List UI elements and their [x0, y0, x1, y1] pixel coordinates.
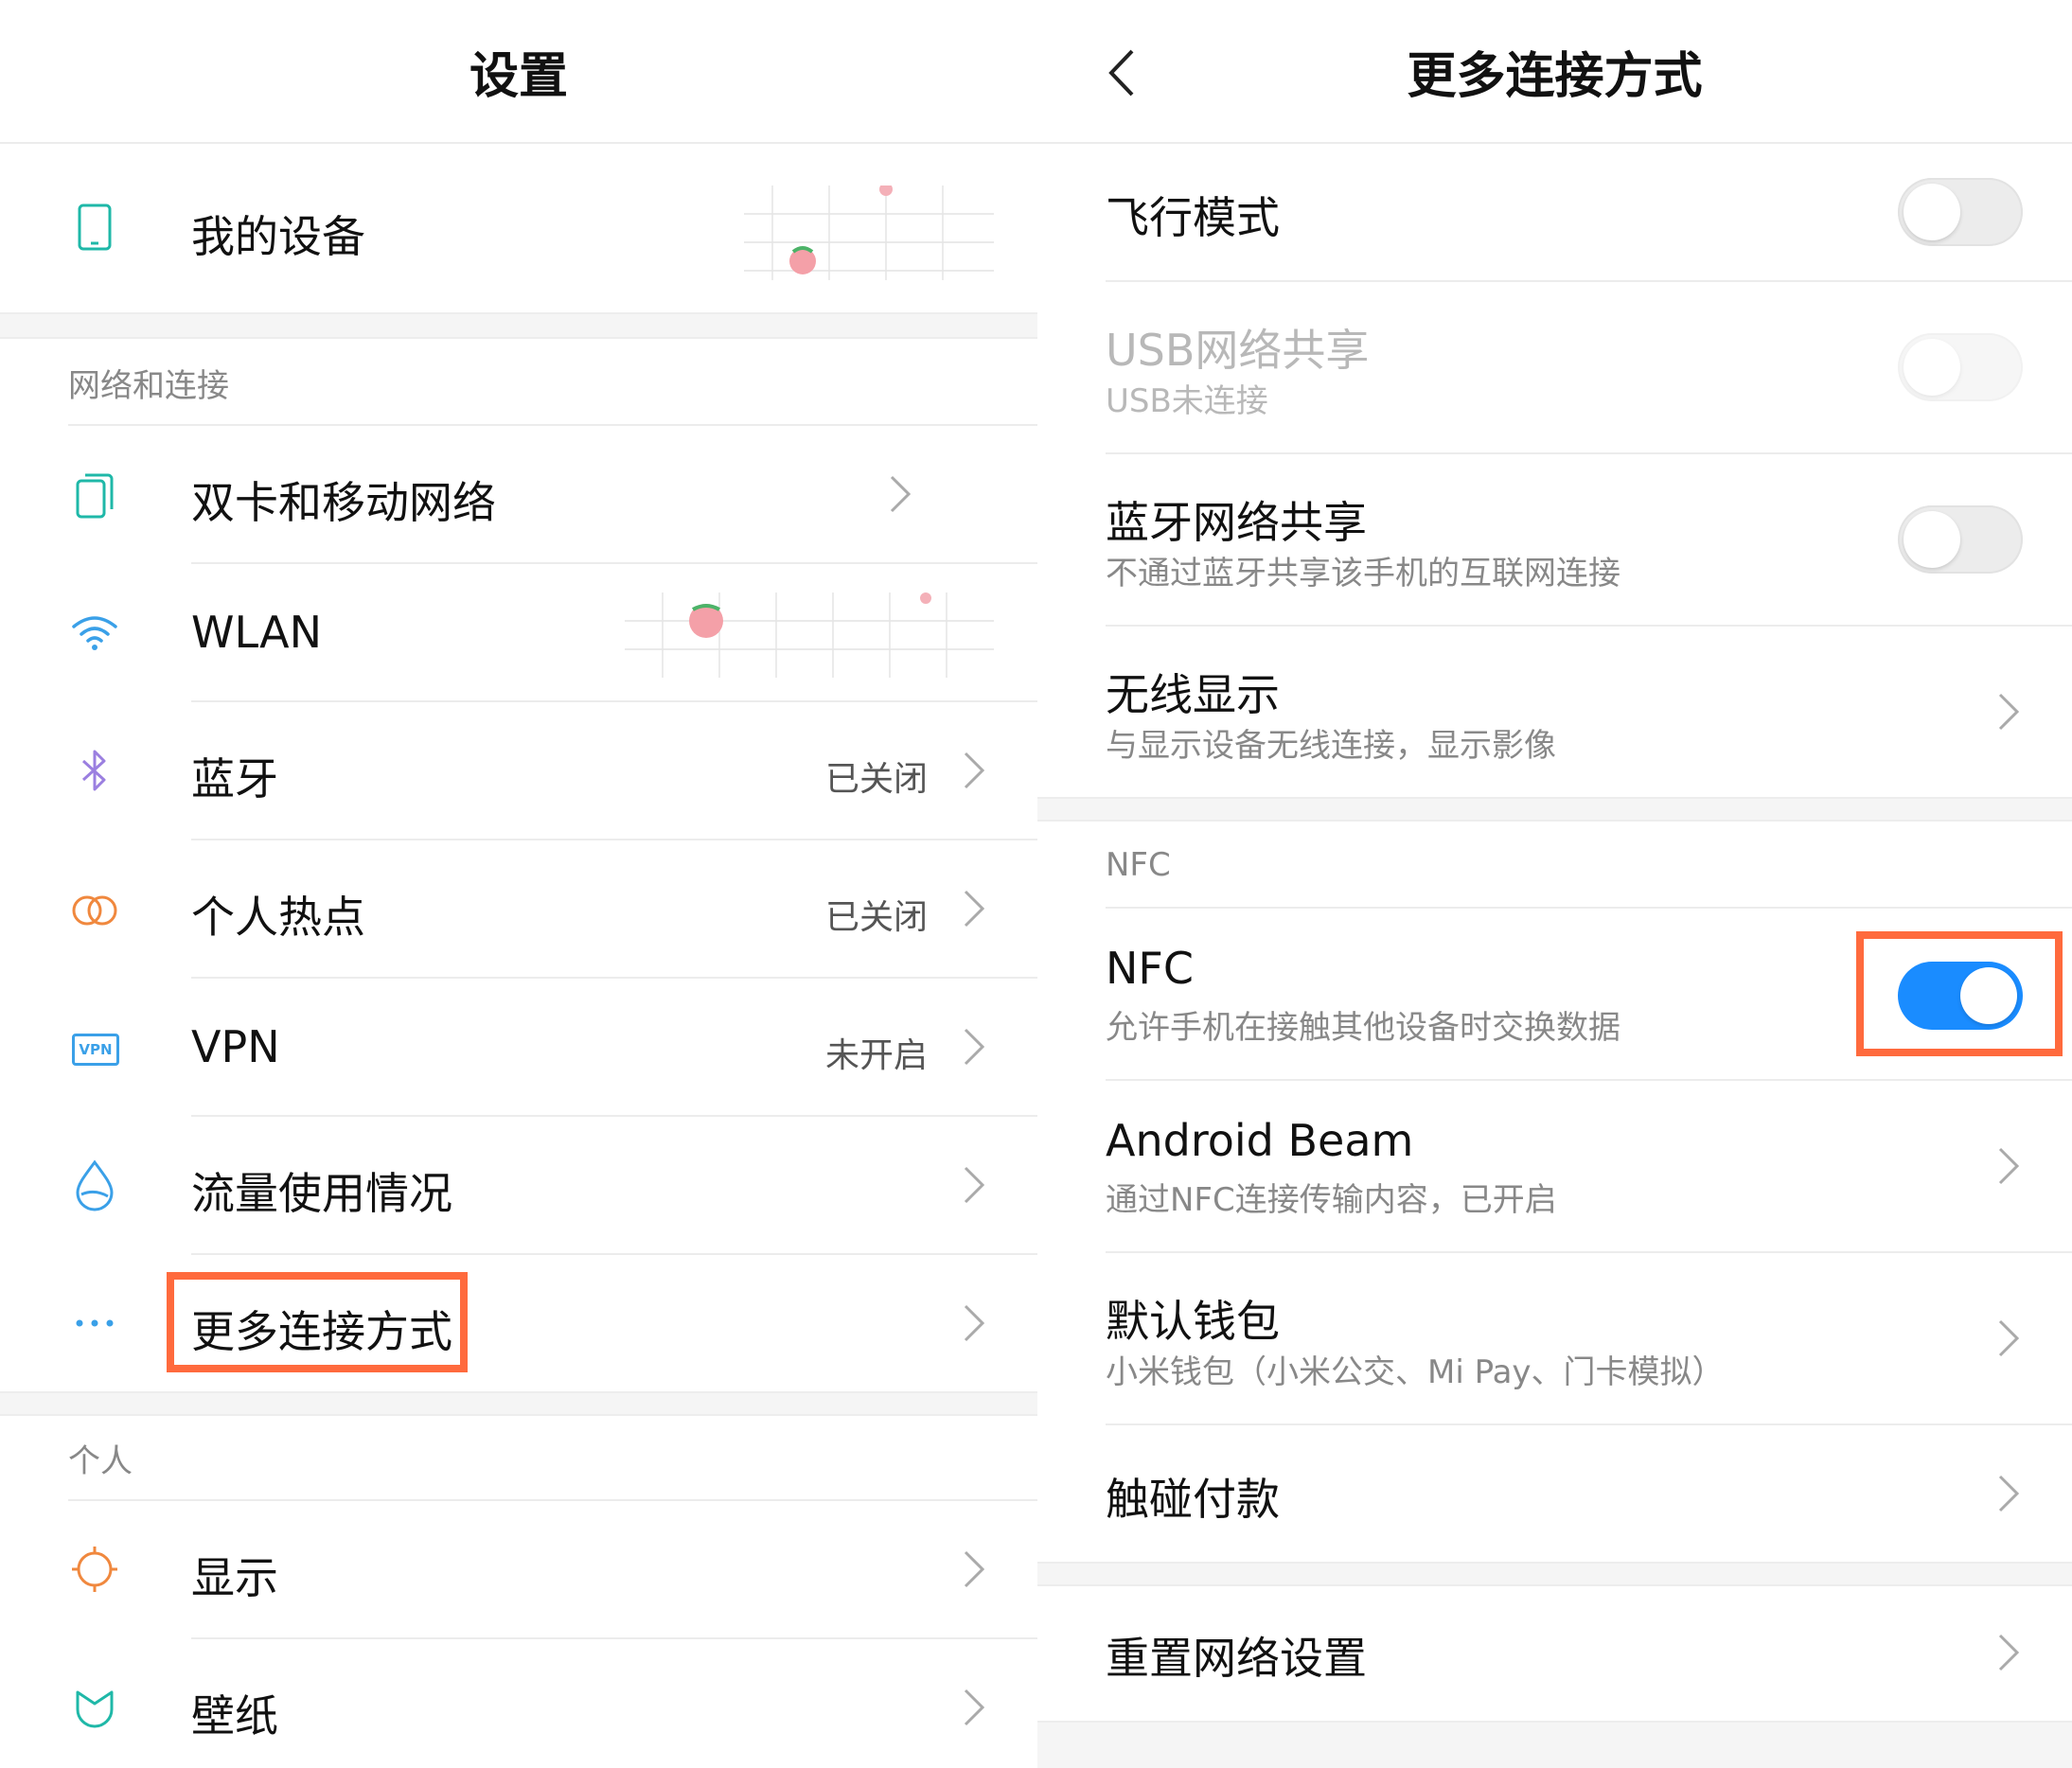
more-dots-icon [76, 1319, 114, 1327]
wlan-label: WLAN [191, 607, 323, 658]
vpn-label: VPN [191, 1021, 280, 1072]
wallpaper-icon [76, 1690, 114, 1728]
dual-sim-row[interactable]: 双卡和移动网络 [0, 426, 1037, 562]
page-title: 设置 [469, 48, 568, 105]
vpn-icon-text: VPN [72, 1034, 119, 1066]
chevron-right-icon [964, 1688, 985, 1726]
usb-tethering-subtitle: USB未连接 [1106, 382, 1268, 420]
wireless-display-row[interactable]: 无线显示 与显示设备无线连接，显示影像 [1037, 627, 2072, 797]
wallpaper-row[interactable]: 壁纸 [0, 1639, 1037, 1768]
section-gap [1037, 797, 2072, 822]
page-title: 更多连接方式 [1407, 48, 1703, 105]
device-decoration [744, 186, 994, 280]
chevron-right-icon [964, 1166, 985, 1204]
hotspot-status: 已关闭 [824, 898, 928, 937]
bluetooth-tethering-toggle[interactable] [1898, 505, 2023, 574]
bottom-gap [1037, 1721, 2072, 1768]
more-connections-panel: 更多连接方式 飞行模式 USB网络共享 USB未连接 蓝牙网络共享 不通过蓝牙共… [1037, 0, 2072, 1768]
section-gap [1037, 1562, 2072, 1586]
highlight-box [1856, 931, 2063, 1056]
nfc-row[interactable]: NFC 允许手机在接触其他设备时交换数据 [1037, 909, 2072, 1079]
reset-network-row[interactable]: 重置网络设置 [1037, 1584, 2072, 1721]
chevron-right-icon [1998, 1319, 2020, 1357]
wifi-icon [72, 616, 117, 650]
bluetooth-tethering-label: 蓝牙网络共享 [1106, 497, 1367, 548]
nfc-label: NFC [1106, 943, 1194, 994]
usb-tethering-row: USB网络共享 USB未连接 [1037, 282, 2072, 452]
bluetooth-tethering-subtitle: 不通过蓝牙共享该手机的互联网连接 [1106, 555, 1620, 592]
my-device-label: 我的设备 [191, 211, 365, 262]
android-beam-subtitle: 通过NFC连接传输内容，已开启 [1106, 1181, 1557, 1219]
section-personal-label: 个人 [68, 1442, 133, 1480]
chevron-right-icon [1998, 1147, 2020, 1185]
usb-tethering-toggle [1898, 333, 2023, 401]
vpn-row[interactable]: VPN VPN 未开启 [0, 979, 1037, 1115]
section-gap [0, 1391, 1037, 1416]
chevron-right-icon [964, 890, 985, 928]
chevron-right-icon [964, 751, 985, 789]
wallpaper-label: 壁纸 [191, 1690, 278, 1741]
airplane-mode-row[interactable]: 飞行模式 [1037, 144, 2072, 280]
display-row[interactable]: 显示 [0, 1501, 1037, 1637]
chevron-right-icon [890, 475, 912, 513]
hotspot-row[interactable]: 个人热点 已关闭 [0, 840, 1037, 977]
display-label: 显示 [191, 1552, 278, 1603]
dual-sim-icon [76, 473, 114, 519]
wlan-row[interactable]: WLAN [0, 564, 1037, 700]
chevron-right-icon [964, 1304, 985, 1342]
toggle-knob [1904, 339, 1960, 396]
android-beam-row[interactable]: Android Beam 通过NFC连接传输内容，已开启 [1037, 1081, 2072, 1251]
vpn-status: 未开启 [824, 1036, 928, 1075]
chevron-right-icon [1998, 1634, 2020, 1671]
highlight-box [167, 1272, 468, 1372]
chevron-right-icon [964, 1550, 985, 1588]
android-beam-label: Android Beam [1106, 1115, 1414, 1166]
wireless-display-label: 无线显示 [1106, 669, 1280, 720]
hotspot-label: 个人热点 [191, 892, 365, 943]
default-wallet-subtitle: 小米钱包（小米公交、Mi Pay、门卡模拟） [1106, 1353, 1725, 1391]
section-network-label: 网络和连接 [68, 367, 229, 405]
chevron-right-icon [1998, 693, 2020, 731]
dual-sim-label: 双卡和移动网络 [191, 477, 496, 528]
bluetooth-row[interactable]: 蓝牙 已关闭 [0, 702, 1037, 839]
reset-network-label: 重置网络设置 [1106, 1633, 1367, 1684]
usb-tethering-label: USB网络共享 [1106, 325, 1370, 376]
toggle-knob [1904, 511, 1960, 568]
more-connections-row[interactable]: 更多连接方式 [0, 1255, 1037, 1391]
vpn-icon: VPN [64, 1017, 125, 1077]
data-usage-label: 流量使用情况 [191, 1168, 452, 1219]
my-device-row[interactable]: 我的设备 [0, 144, 1037, 312]
bluetooth-label: 蓝牙 [191, 753, 278, 804]
phone-icon [78, 203, 112, 251]
wireless-display-subtitle: 与显示设备无线连接，显示影像 [1106, 727, 1556, 765]
bluetooth-icon [81, 750, 106, 791]
tap-and-pay-label: 触碰付款 [1106, 1474, 1280, 1525]
section-gap [0, 312, 1037, 339]
bluetooth-status: 已关闭 [824, 760, 928, 799]
nfc-subtitle: 允许手机在接触其他设备时交换数据 [1106, 1009, 1620, 1047]
default-wallet-label: 默认钱包 [1106, 1296, 1280, 1347]
bluetooth-tethering-row[interactable]: 蓝牙网络共享 不通过蓝牙共享该手机的互联网连接 [1037, 454, 2072, 625]
toggle-knob [1904, 184, 1960, 240]
settings-header: 设置 [0, 0, 1037, 144]
chevron-right-icon [964, 1028, 985, 1066]
airplane-mode-label: 飞行模式 [1106, 192, 1280, 243]
data-usage-icon [76, 1159, 114, 1211]
section-nfc-label: NFC [1106, 846, 1171, 884]
chevron-right-icon [1998, 1475, 2020, 1512]
default-wallet-row[interactable]: 默认钱包 小米钱包（小米公交、Mi Pay、门卡模拟） [1037, 1253, 2072, 1423]
data-usage-row[interactable]: 流量使用情况 [0, 1117, 1037, 1253]
hotspot-icon [72, 895, 117, 926]
airplane-mode-toggle[interactable] [1898, 178, 2023, 246]
tap-and-pay-row[interactable]: 触碰付款 [1037, 1425, 2072, 1562]
wlan-decoration [625, 592, 994, 678]
more-connections-header: 更多连接方式 [1037, 0, 2072, 144]
settings-panel: 设置 我的设备 网络和连接 双卡和移动网络 WLAN 蓝牙 已关闭 个人热点 已… [0, 0, 1037, 1768]
display-icon [72, 1547, 117, 1592]
